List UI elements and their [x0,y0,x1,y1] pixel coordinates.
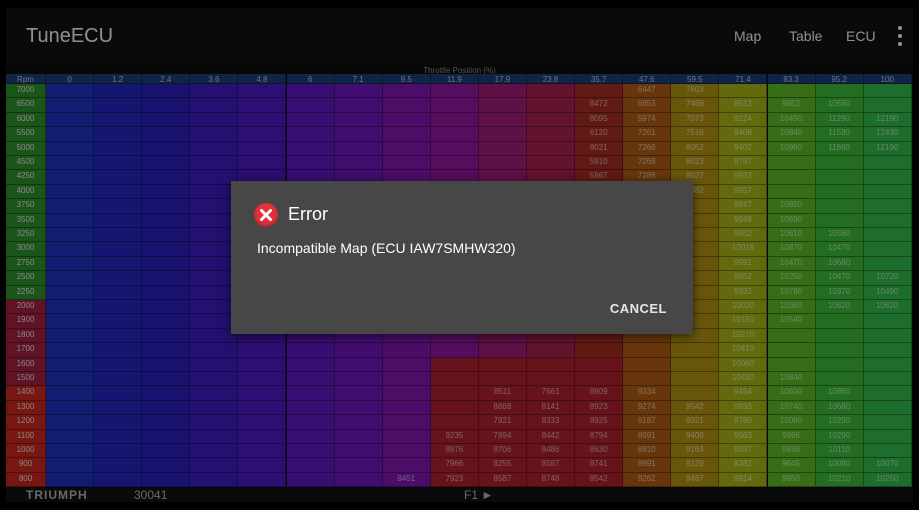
cancel-button[interactable]: CANCEL [610,301,667,316]
error-dialog: Error Incompatible Map (ECU IAW7SMHW320)… [231,181,693,334]
dialog-title: Error [288,204,328,224]
error-icon [254,203,278,227]
app-screen: TuneECU Map Table ECU Throttle Position … [6,8,913,502]
dialog-message: Incompatible Map (ECU IAW7SMHW320) [257,240,516,256]
